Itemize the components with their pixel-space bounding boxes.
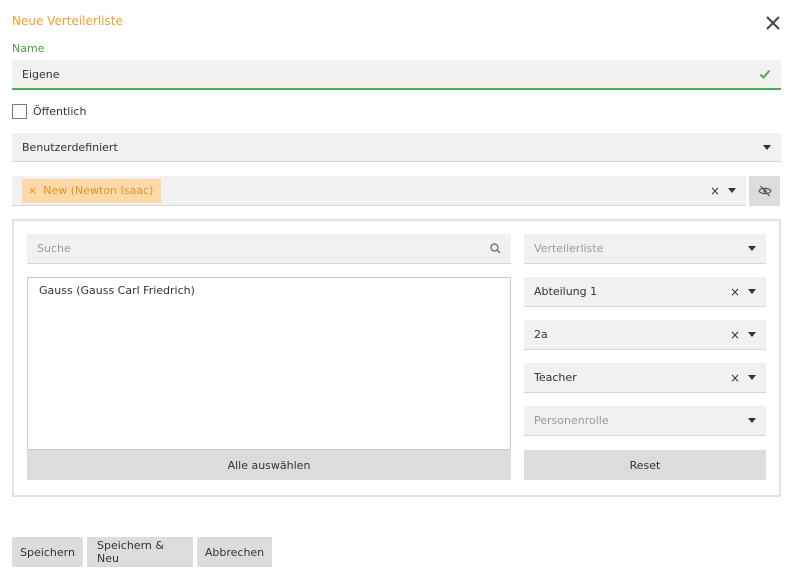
rolle-value: Teacher xyxy=(534,371,577,384)
chevron-down-icon[interactable] xyxy=(748,418,756,423)
name-field[interactable]: Eigene xyxy=(12,60,781,90)
save-button[interactable]: Speichern xyxy=(12,537,83,567)
clear-icon[interactable]: × xyxy=(710,184,720,198)
list-item[interactable]: Gauss (Gauss Carl Friedrich) xyxy=(39,284,499,298)
name-label: Name xyxy=(12,42,45,55)
klasse-select[interactable]: 2a × xyxy=(524,320,766,350)
name-value: Eigene xyxy=(22,67,60,81)
toggle-visibility-button[interactable] xyxy=(749,176,780,206)
verteilerliste-placeholder: Verteilerliste xyxy=(534,242,604,255)
save-new-button[interactable]: Speichern & Neu xyxy=(87,537,193,567)
member-tag-label: New (Newton Isaac) xyxy=(43,184,154,197)
public-checkbox[interactable] xyxy=(12,104,27,119)
remove-tag-icon[interactable]: × xyxy=(28,184,37,197)
chevron-down-icon[interactable] xyxy=(748,289,756,294)
chevron-down-icon[interactable] xyxy=(748,375,756,380)
type-select[interactable]: Benutzerdefiniert xyxy=(12,133,781,162)
reset-button[interactable]: Reset xyxy=(524,450,766,480)
personenrolle-placeholder: Personenrolle xyxy=(534,414,609,427)
close-icon[interactable] xyxy=(764,14,782,32)
search-icon xyxy=(490,243,501,254)
type-select-value: Benutzerdefiniert xyxy=(22,140,118,154)
public-label: Öffentlich xyxy=(33,105,87,118)
check-icon xyxy=(759,69,771,79)
chevron-down-icon[interactable] xyxy=(748,332,756,337)
personenrolle-select[interactable]: Personenrolle xyxy=(524,406,766,436)
member-tag: × New (Newton Isaac) xyxy=(22,178,162,203)
abteilung-value: Abteilung 1 xyxy=(534,285,598,298)
abteilung-select[interactable]: Abteilung 1 × xyxy=(524,277,766,307)
clear-icon[interactable]: × xyxy=(730,285,740,299)
person-list[interactable]: Gauss (Gauss Carl Friedrich) xyxy=(27,277,511,450)
members-select[interactable]: × New (Newton Isaac) × xyxy=(12,176,746,206)
klasse-value: 2a xyxy=(534,328,548,341)
chevron-down-icon[interactable] xyxy=(728,188,736,193)
search-placeholder: Suche xyxy=(37,242,71,255)
chevron-down-icon[interactable] xyxy=(748,246,756,251)
eye-slash-icon xyxy=(757,185,772,197)
select-all-button[interactable]: Alle auswählen xyxy=(27,450,511,480)
clear-icon[interactable]: × xyxy=(730,371,740,385)
rolle-select[interactable]: Teacher × xyxy=(524,363,766,393)
clear-icon[interactable]: × xyxy=(730,328,740,342)
dialog-title: Neue Verteilerliste xyxy=(12,14,123,28)
public-checkbox-row[interactable]: Öffentlich xyxy=(12,104,86,119)
search-input[interactable]: Suche xyxy=(27,234,511,264)
chevron-down-icon[interactable] xyxy=(763,144,771,150)
cancel-button[interactable]: Abbrechen xyxy=(197,537,272,567)
verteilerliste-select[interactable]: Verteilerliste xyxy=(524,234,766,264)
